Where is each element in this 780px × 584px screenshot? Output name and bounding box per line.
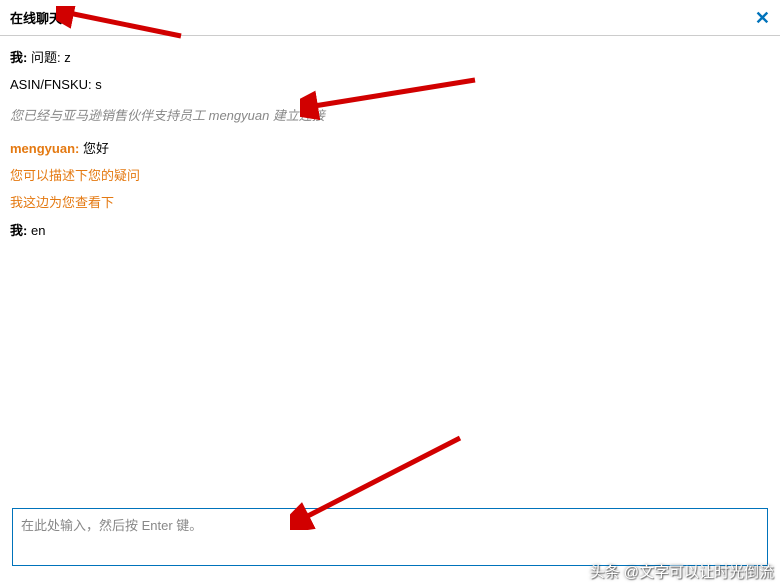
- message-input[interactable]: [13, 509, 767, 565]
- sender-agent-label: mengyuan:: [10, 141, 79, 156]
- message-prefix: ASIN/FNSKU:: [10, 77, 92, 92]
- message-text: en: [31, 223, 45, 238]
- message-prefix: 问题:: [31, 50, 61, 65]
- message-text: 我这边为您查看下: [10, 195, 114, 210]
- chat-title: 在线聊天: [10, 8, 62, 27]
- chat-header: 在线聊天 ✕: [0, 0, 780, 36]
- message-line: 您可以描述下您的疑问: [10, 166, 770, 187]
- message-text: s: [95, 77, 102, 92]
- system-message: 您已经与亚马逊销售伙伴支持员工 mengyuan 建立连接: [10, 106, 770, 126]
- message-text: 您好: [83, 141, 109, 156]
- message-input-container: [12, 508, 768, 566]
- message-line: 我: en: [10, 221, 770, 242]
- sender-me-label: 我:: [10, 50, 27, 65]
- message-text: z: [64, 50, 71, 65]
- message-line: 我: 问题: z: [10, 48, 770, 69]
- message-line: 我这边为您查看下: [10, 193, 770, 214]
- close-icon[interactable]: ✕: [755, 9, 770, 27]
- sender-me-label: 我:: [10, 223, 27, 238]
- message-line: ASIN/FNSKU: s: [10, 75, 770, 96]
- chat-body: 我: 问题: z ASIN/FNSKU: s 您已经与亚马逊销售伙伴支持员工 m…: [0, 36, 780, 260]
- message-line: mengyuan: 您好: [10, 139, 770, 160]
- message-text: 您可以描述下您的疑问: [10, 168, 140, 183]
